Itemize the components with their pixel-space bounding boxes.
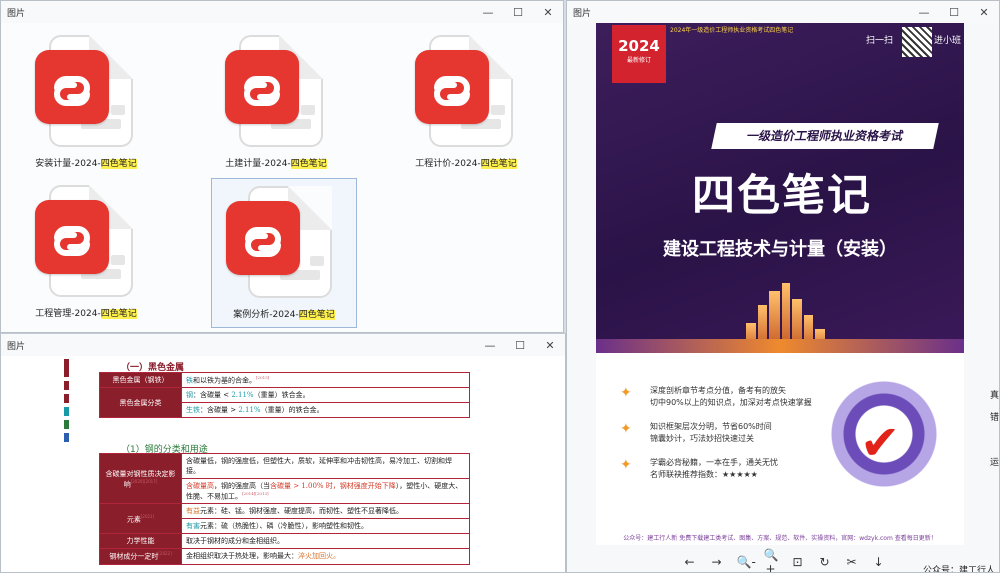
row-cell: 有害元素：硫（热脆性）、磷（冷脆性），影响塑性和韧性。 (181, 518, 470, 535)
qr-code-icon (902, 27, 932, 57)
cover-topline: 2024年一级造价工程师执业资格考试四色笔记 (670, 27, 794, 34)
sparkle-icon: ✦ (620, 421, 632, 437)
row-head: 钢材成分一定时[2022] (99, 548, 182, 565)
document-page: （一）黑色金属 黑色金属（钢铁） 铁和以铁为基的合金。[2015] 黑色金属分类钢… (1, 356, 565, 572)
cover-subtitle: 建设工程技术与计量（安装） (663, 239, 897, 260)
steel-table: 含碳量对钢性质决定影响[2020][2017] 含碳量低，钢的强度低，但塑性大，质… (99, 452, 470, 565)
background-text: 运 (990, 458, 1000, 468)
rotate-icon[interactable]: ↻ (818, 555, 832, 569)
prev-arrow-icon[interactable]: ← (683, 555, 697, 569)
window-title: 图片 (573, 8, 592, 19)
file-item-anli[interactable]: 案例分析-2024-四色笔记 (211, 178, 357, 328)
minimize-button[interactable]: — (473, 1, 503, 23)
cover-title: 四色笔记 (692, 171, 872, 221)
year-label: 2024 (618, 37, 660, 55)
window-titlebar: 图片 — ☐ ✕ (1, 1, 563, 23)
maximize-button[interactable]: ☐ (939, 1, 969, 23)
minimize-button[interactable]: — (475, 334, 505, 356)
wps-pdf-icon (415, 50, 489, 124)
next-arrow-icon[interactable]: → (710, 555, 724, 569)
zoom-in-icon[interactable]: 🔍+ (764, 548, 779, 573)
window-title: 图片 (7, 341, 26, 352)
maximize-button[interactable]: ☐ (503, 1, 533, 23)
wps-pdf-icon (35, 50, 109, 124)
feature-2: ✦ 知识框架层次分明，节省60%时间 锦囊妙计，巧法妙招快速过关 (620, 421, 772, 443)
color-markers (64, 359, 69, 446)
scan-label: 扫一扫 (866, 36, 894, 46)
row-cell: 取决于钢材的成分和金相组织。 (181, 533, 470, 550)
exam-banner: 一级造价工程师执业资格考试 (711, 123, 939, 149)
wps-pdf-icon (35, 200, 109, 274)
edition-label: 最新修订 (626, 57, 651, 64)
book-cover: 2024年一级造价工程师执业资格考试四色笔记 2024 最新修订 扫一扫 进小班 … (596, 23, 964, 545)
image-window-document: 图片 — ☐ ✕ （一）黑色金属 黑色金属（钢铁） 铁和以铁为基的合金。[2015… (0, 333, 566, 573)
row-head: 黑色金属分类 (99, 387, 182, 419)
sparkle-icon: ✦ (620, 457, 632, 473)
metal-table: 黑色金属（钢铁） 铁和以铁为基的合金。[2015] 黑色金属分类 钢：含碳量 < 2… (99, 371, 470, 419)
feature-1: ✦ 深度剖析章节考点分值，备考有的放矢 切中90%以上的知识点，加深对考点快速掌握 (620, 385, 812, 407)
zoom-out-icon[interactable]: 🔍- (737, 555, 756, 569)
file-item-anzhuang[interactable]: 安装计量-2024-四色笔记 (13, 28, 159, 178)
crop-icon[interactable]: ✂ (845, 555, 859, 569)
row-head: 含碳量对钢性质决定影响[2020][2017] (99, 452, 182, 505)
watermark-label: 公众号：建工行人 (922, 566, 995, 573)
year-ribbon: 2024 最新修订 (612, 25, 666, 83)
close-button[interactable]: ✕ (969, 1, 999, 23)
row-head: 力学性能 (99, 533, 182, 550)
wps-pdf-icon (226, 201, 300, 275)
file-item-tujian[interactable]: 土建计量-2024-四色笔记 (203, 28, 349, 178)
class-label: 进小班 (934, 36, 962, 46)
row-cell: 金相组织取决于热处理，影响最大：淬火加回火。 (181, 548, 470, 565)
wps-pdf-icon (225, 50, 299, 124)
file-item-guanli[interactable]: 工程管理-2024-四色笔记 (13, 178, 159, 328)
sparkle-icon: ✦ (620, 385, 632, 401)
file-item-jijia[interactable]: 工程计价-2024-四色笔记 (393, 28, 539, 178)
window-titlebar: 图片 — ☐ ✕ (1, 334, 565, 356)
file-name: 工程管理-2024-四色笔记 (35, 309, 137, 319)
cover-purple-area: 2024年一级造价工程师执业资格考试四色笔记 2024 最新修订 扫一扫 进小班 … (596, 23, 964, 353)
row-cell: 钢：含碳量 < 2.11%（重量）铁合金。 (181, 387, 470, 404)
close-button[interactable]: ✕ (535, 334, 565, 356)
file-grid: 安装计量-2024-四色笔记 土建计量-2024-四色笔记 工程计价-2024-… (1, 23, 563, 332)
file-name: 案例分析-2024-四色笔记 (233, 310, 335, 320)
download-icon[interactable]: ↓ (872, 555, 886, 569)
image-window-cover: 图片 — ☐ ✕ 2024年一级造价工程师执业资格考试四色笔记 2024 最新修订… (566, 0, 1000, 573)
background-text: 错 (990, 413, 1000, 423)
row-cell: 有益元素：硅、锰。钢材强度、硬度提高，而韧性、塑性不显著降低。 (181, 503, 470, 520)
row-head: 黑色金属（钢铁） (99, 371, 182, 389)
file-name: 工程计价-2024-四色笔记 (415, 159, 517, 169)
close-button[interactable]: ✕ (533, 1, 563, 23)
window-titlebar: 图片 — ☐ ✕ (567, 1, 999, 23)
file-name: 安装计量-2024-四色笔记 (35, 159, 137, 169)
feature-3: ✦ 学霸必背秘籍，一本在手，通关无忧 名师联袂推荐指数：★★★★★ (620, 457, 778, 479)
row-head: 元素[2021] (99, 503, 182, 535)
row-cell: 含碳量高，钢的强度高（当含碳量 > 1.00% 时，钢材强度开始下降），塑性小、… (181, 477, 470, 505)
row-cell: 铁和以铁为基的合金。[2015] (181, 371, 470, 389)
maximize-button[interactable]: ☐ (505, 334, 535, 356)
image-window-files: 图片 — ☐ ✕ 安装计量-2024-四色笔记 土建计量-2024-四色笔记 工… (0, 0, 564, 333)
checkmark-icon: ✔ (860, 415, 901, 471)
row-cell: 含碳量低，钢的强度低，但塑性大，质软，延伸率和冲击韧性高，易冷加工、切割和焊接。 (181, 453, 470, 479)
cover-divider (596, 339, 964, 353)
window-title: 图片 (7, 8, 26, 19)
row-cell: 生铁：含碳量 > 2.11%（重量）的铁合金。 (181, 402, 470, 419)
fit-screen-icon[interactable]: ⊡ (791, 555, 805, 569)
file-name: 土建计量-2024-四色笔记 (225, 159, 327, 169)
cover-footer: 公众号：建工行人新 免费下载建工类考试、图集、方案、规范、软件、实操资料，官网：… (623, 535, 937, 542)
background-text: 真 (990, 391, 1000, 401)
minimize-button[interactable]: — (909, 1, 939, 23)
